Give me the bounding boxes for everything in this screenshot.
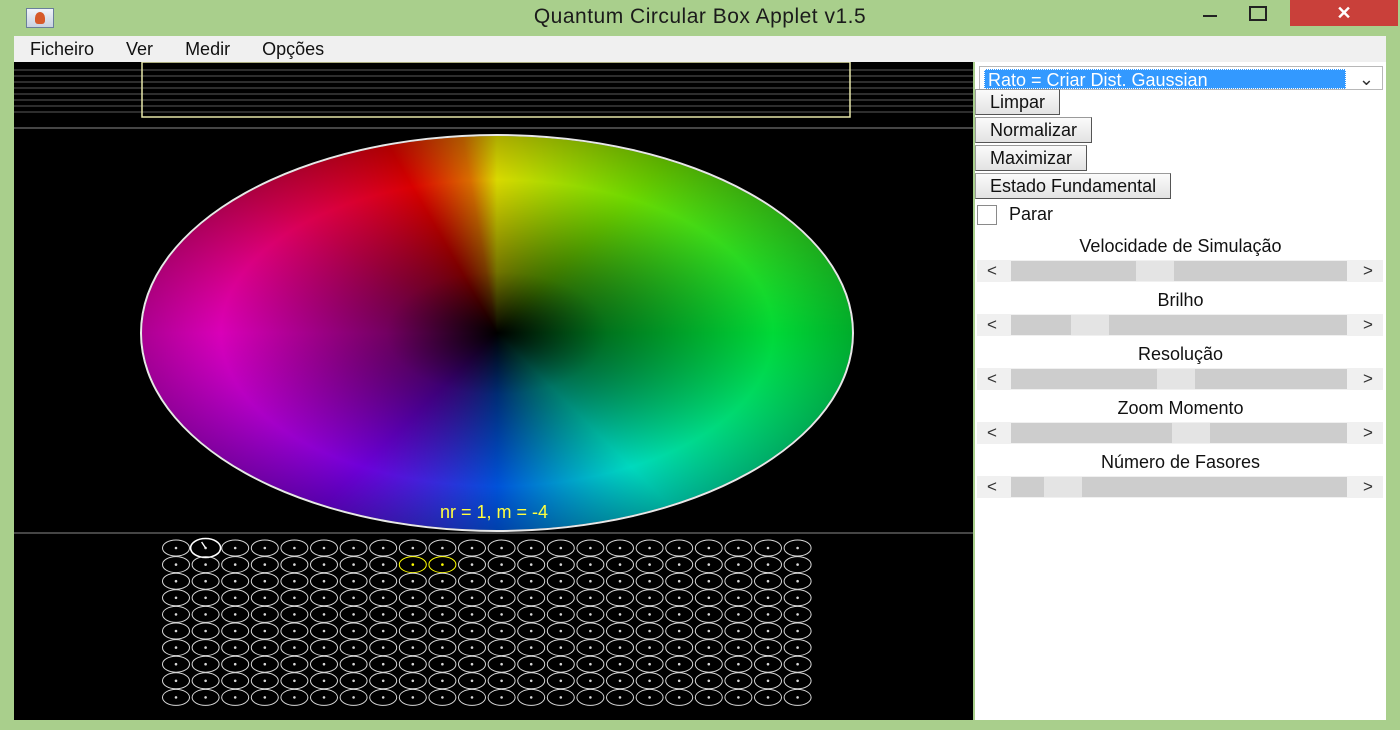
mouse-mode-dropdown[interactable]: Rato = Criar Dist. Gaussian ⌄: [979, 66, 1383, 90]
momentum-zoom-slider[interactable]: < >: [977, 422, 1383, 444]
maximize-window-button[interactable]: [1238, 0, 1278, 26]
slider-thumb[interactable]: [1044, 477, 1082, 497]
phasor-count-label: Número de Fasores: [1100, 452, 1261, 472]
scroll-right-arrow-icon[interactable]: >: [1353, 368, 1383, 390]
minimize-button[interactable]: [1190, 0, 1230, 26]
menu-medir[interactable]: Medir: [169, 39, 246, 60]
title-bar[interactable]: Quantum Circular Box Applet v1.5 ✕: [0, 0, 1400, 36]
scroll-left-arrow-icon[interactable]: <: [977, 476, 1007, 498]
ground-state-button[interactable]: Estado Fundamental: [975, 173, 1172, 199]
simulation-speed-slider[interactable]: < >: [977, 260, 1383, 282]
resolution-slider[interactable]: < >: [977, 368, 1383, 390]
simulation-canvas[interactable]: nr = 1, m = -4: [14, 62, 973, 720]
scroll-left-arrow-icon[interactable]: <: [977, 368, 1007, 390]
mouse-mode-selected: Rato = Criar Dist. Gaussian: [984, 69, 1346, 89]
slider-track[interactable]: [1011, 261, 1347, 281]
state-label: nr = 1, m = -4: [439, 502, 549, 522]
menu-ver[interactable]: Ver: [110, 39, 169, 60]
brightness-slider[interactable]: < >: [977, 314, 1383, 336]
stop-label: Parar: [1009, 204, 1054, 224]
slider-thumb[interactable]: [1136, 261, 1174, 281]
applet-window: Quantum Circular Box Applet v1.5 ✕ Fiche…: [0, 0, 1400, 730]
scroll-left-arrow-icon[interactable]: <: [977, 422, 1007, 444]
stop-checkbox[interactable]: [977, 204, 997, 225]
slider-track[interactable]: [1011, 315, 1347, 335]
brightness-label: Brilho: [1157, 290, 1204, 310]
scroll-right-arrow-icon[interactable]: >: [1353, 314, 1383, 336]
scroll-left-arrow-icon[interactable]: <: [977, 260, 1007, 282]
scroll-right-arrow-icon[interactable]: >: [1353, 422, 1383, 444]
simulation-speed-label: Velocidade de Simulação: [1079, 236, 1282, 256]
scroll-right-arrow-icon[interactable]: >: [1353, 260, 1383, 282]
menu-opcoes[interactable]: Opções: [246, 39, 340, 60]
scroll-right-arrow-icon[interactable]: >: [1353, 476, 1383, 498]
slider-track[interactable]: [1011, 423, 1347, 443]
close-window-button[interactable]: ✕: [1290, 0, 1398, 26]
normalize-button[interactable]: Normalizar: [975, 117, 1093, 143]
slider-thumb[interactable]: [1172, 423, 1210, 443]
stop-checkbox-row[interactable]: Parar: [977, 204, 1053, 225]
slider-thumb[interactable]: [1071, 315, 1109, 335]
menu-ficheiro[interactable]: Ficheiro: [14, 39, 110, 60]
scroll-left-arrow-icon[interactable]: <: [977, 314, 1007, 336]
box-boundary-ring: [140, 134, 854, 532]
slider-track[interactable]: [1011, 369, 1347, 389]
phasor-count-slider[interactable]: < >: [977, 476, 1383, 498]
resolution-label: Resolução: [1137, 344, 1224, 364]
slider-thumb[interactable]: [1157, 369, 1195, 389]
momentum-zoom-label: Zoom Momento: [1117, 398, 1244, 418]
menu-bar: Ficheiro Ver Medir Opções: [14, 36, 1386, 62]
maximize-button[interactable]: Maximizar: [975, 145, 1088, 171]
chevron-down-icon[interactable]: ⌄: [1359, 67, 1374, 91]
slider-track[interactable]: [1011, 477, 1347, 497]
control-panel: Rato = Criar Dist. Gaussian ⌄ Limpar Nor…: [975, 62, 1386, 720]
clear-button[interactable]: Limpar: [975, 89, 1061, 115]
